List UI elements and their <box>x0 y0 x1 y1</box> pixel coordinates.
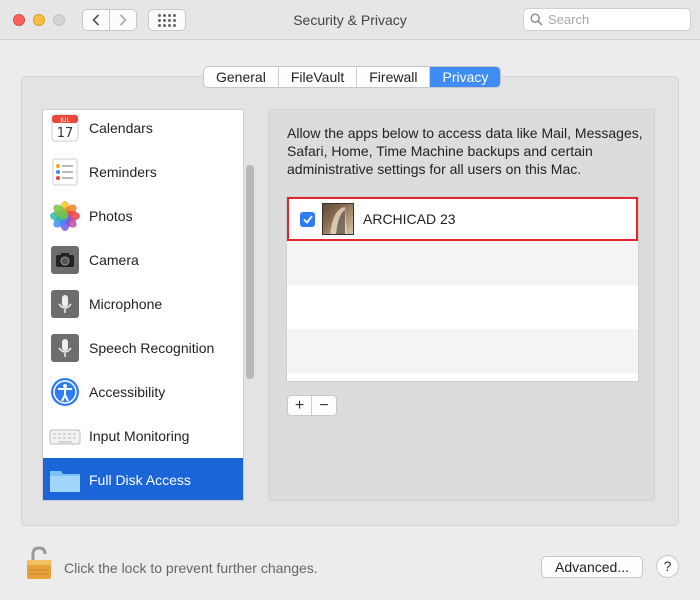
sidebar-item-label: Input Monitoring <box>89 428 190 444</box>
privacy-category-list: JUL 17 Calendars Reminders Photos Camera… <box>42 109 244 501</box>
remove-app-button[interactable]: − <box>312 396 336 415</box>
chevron-right-icon <box>119 14 127 26</box>
zoom-window-button[interactable] <box>53 14 65 26</box>
sidebar-item-camera[interactable]: Camera <box>43 238 243 282</box>
sidebar-item-label: Full Disk Access <box>89 472 191 488</box>
camera-icon <box>49 244 81 276</box>
sidebar-item-label: Speech Recognition <box>89 340 215 356</box>
lock-status-text: Click the lock to prevent further change… <box>64 560 318 576</box>
minimize-window-button[interactable] <box>33 14 45 26</box>
app-row[interactable]: ARCHICAD 23 <box>287 197 638 241</box>
sidebar-item-speech-recognition[interactable]: Speech Recognition <box>43 326 243 370</box>
tab-filevault[interactable]: FileVault <box>279 67 358 87</box>
reminders-icon <box>49 156 81 188</box>
accessibility-icon <box>49 376 81 408</box>
folder-icon <box>49 464 81 496</box>
tab-general[interactable]: General <box>204 67 279 87</box>
grid-icon <box>158 13 176 27</box>
add-remove-control: + − <box>287 395 337 416</box>
sidebar-item-input-monitoring[interactable]: Input Monitoring <box>43 414 243 458</box>
calendar-month: JUL <box>59 117 70 124</box>
search-field[interactable] <box>523 8 691 31</box>
empty-row <box>287 285 638 329</box>
close-window-button[interactable] <box>13 14 25 26</box>
speech-recognition-icon <box>49 332 81 364</box>
sidebar-item-reminders[interactable]: Reminders <box>43 150 243 194</box>
sidebar-item-calendars[interactable]: JUL 17 Calendars <box>43 110 243 150</box>
tab-bar: General FileVault Firewall Privacy <box>203 66 502 88</box>
sidebar-item-label: Accessibility <box>89 384 166 400</box>
add-app-button[interactable]: + <box>288 396 312 415</box>
window-title: Security & Privacy <box>293 12 407 28</box>
sidebar-item-photos[interactable]: Photos <box>43 194 243 238</box>
sidebar-item-full-disk-access[interactable]: Full Disk Access <box>43 458 243 500</box>
show-all-button[interactable] <box>148 9 186 31</box>
app-enabled-checkbox[interactable] <box>300 211 315 227</box>
tab-privacy[interactable]: Privacy <box>430 67 501 87</box>
sidebar-item-label: Microphone <box>89 296 163 312</box>
sidebar-item-microphone[interactable]: Microphone <box>43 282 243 326</box>
empty-row <box>287 241 638 285</box>
tab-firewall[interactable]: Firewall <box>357 67 431 87</box>
app-name: ARCHICAD 23 <box>363 211 456 227</box>
lock-icon[interactable] <box>26 546 52 580</box>
sidebar-item-label: Calendars <box>89 120 153 136</box>
calendar-day: 17 <box>57 126 74 141</box>
sidebar-item-accessibility[interactable]: Accessibility <box>43 370 243 414</box>
archicad-icon <box>322 203 354 235</box>
keyboard-icon <box>49 420 81 452</box>
access-description: Allow the apps below to access data like… <box>287 125 643 177</box>
search-icon <box>530 13 543 26</box>
sidebar-scrollbar[interactable] <box>246 165 254 379</box>
help-button[interactable]: ? <box>656 555 679 578</box>
calendar-icon: JUL 17 <box>49 112 81 144</box>
sidebar-item-label: Reminders <box>89 164 157 180</box>
photos-icon <box>49 200 81 232</box>
chevron-left-icon <box>92 14 100 26</box>
advanced-button[interactable]: Advanced... <box>541 556 643 578</box>
back-button[interactable] <box>82 9 110 31</box>
title-bar: Security & Privacy <box>0 0 700 40</box>
sidebar-item-label: Photos <box>89 208 133 224</box>
sidebar-item-label: Camera <box>89 252 139 268</box>
microphone-icon <box>49 288 81 320</box>
app-list: ARCHICAD 23 <box>286 196 639 382</box>
empty-row <box>287 329 638 373</box>
forward-button[interactable] <box>109 9 137 31</box>
checkmark-icon <box>302 214 313 224</box>
search-input[interactable] <box>548 12 688 27</box>
